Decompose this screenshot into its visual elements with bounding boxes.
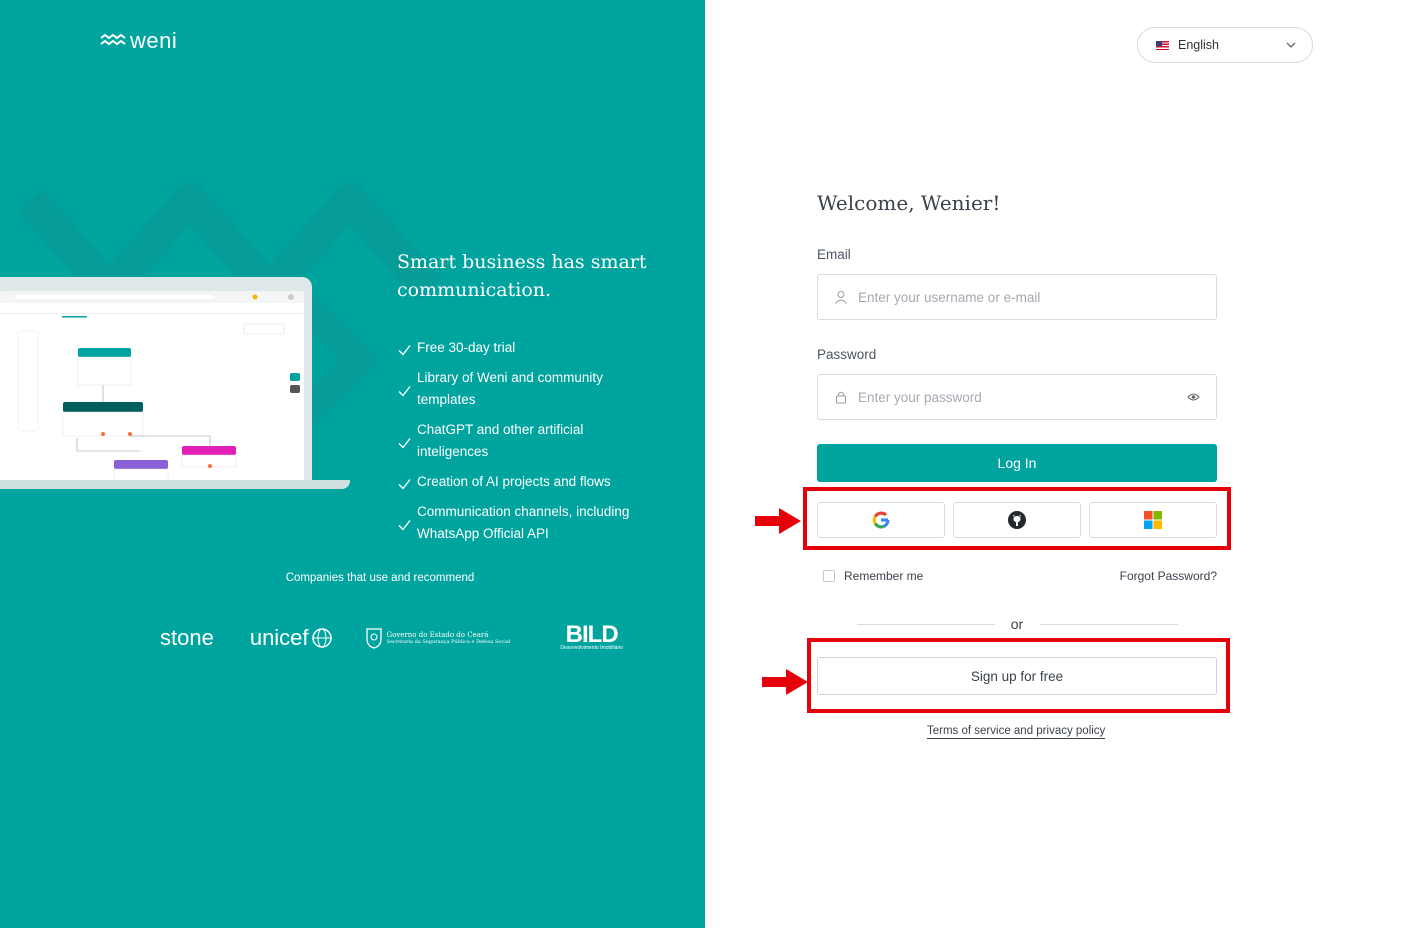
- feature-text: Communication channels, including WhatsA…: [417, 504, 630, 541]
- signup-button[interactable]: Sign up for free: [817, 657, 1217, 695]
- logo-text: weni: [130, 28, 178, 53]
- chevron-down-icon: [1286, 42, 1296, 48]
- remember-me-checkbox[interactable]: [823, 570, 835, 582]
- password-label: Password: [817, 347, 877, 362]
- password-input[interactable]: [858, 389, 1216, 405]
- stone-logo-text: stone: [160, 625, 214, 650]
- check-icon: [398, 345, 411, 356]
- tagline: Smart business has smart communication.: [397, 251, 647, 301]
- feature-text: Creation of AI projects and flows: [417, 474, 611, 489]
- microsoft-login-button[interactable]: [1089, 502, 1217, 538]
- or-divider-text: or: [1010, 616, 1024, 632]
- stone-logo: stone: [160, 625, 214, 651]
- governo-ceara-logo: Governo do Estado do Ceará Secretaria da…: [365, 627, 511, 649]
- divider-left: [857, 624, 995, 625]
- feature-text: Free 30-day trial: [417, 340, 516, 355]
- flow-editor-screenshot: [0, 291, 304, 482]
- bild-logo: BILD Desenvolvimento Imobiliário: [560, 623, 623, 652]
- remember-me-label: Remember me: [844, 569, 924, 583]
- promo-panel: weni Smart business has smart communicat…: [0, 0, 705, 928]
- language-selector[interactable]: English: [1137, 27, 1313, 63]
- laptop-illustration: [0, 277, 352, 502]
- check-icon: [398, 386, 411, 397]
- microsoft-icon: [1144, 511, 1162, 529]
- partner-logos: stone unicef Governo do Estado do Ceará …: [160, 623, 623, 652]
- check-icon: [398, 438, 411, 449]
- lock-icon: [835, 391, 847, 404]
- feature-item: Library of Weni and community templates: [398, 367, 648, 411]
- welcome-heading: Welcome, Wenier!: [817, 191, 1001, 215]
- feature-item: Free 30-day trial: [398, 337, 648, 359]
- divider-right: [1040, 624, 1178, 625]
- feature-list: Free 30-day trial Library of Weni and co…: [398, 337, 648, 553]
- remember-me[interactable]: Remember me: [823, 569, 923, 583]
- google-login-button[interactable]: [817, 502, 945, 538]
- terms-link[interactable]: Terms of service and privacy policy: [927, 724, 1106, 739]
- email-field[interactable]: [817, 274, 1217, 320]
- check-icon: [398, 479, 411, 490]
- email-label: Email: [817, 247, 851, 262]
- red-arrow-icon: [762, 669, 808, 695]
- eye-icon[interactable]: [1187, 391, 1200, 403]
- waves-icon: [100, 34, 126, 46]
- github-login-button[interactable]: [953, 502, 1081, 538]
- bild-logo-subtext: Desenvolvimento Imobiliário: [560, 645, 623, 651]
- login-panel: English Welcome, Wenier! Email Password …: [705, 0, 1409, 928]
- us-flag-icon: [1156, 40, 1169, 50]
- laptop-screen: [0, 277, 312, 483]
- feature-text: Library of Weni and community templates: [417, 370, 603, 407]
- feature-text: ChatGPT and other artificial inteligence…: [417, 422, 584, 459]
- globe-icon: [311, 628, 332, 648]
- gov-logo-subtext: Secretaria da Segurança Pública e Defesa…: [386, 639, 511, 645]
- language-selected: English: [1178, 38, 1219, 52]
- feature-item: Creation of AI projects and flows: [398, 471, 648, 493]
- forgot-password-link[interactable]: Forgot Password?: [1120, 569, 1217, 583]
- unicef-logo-text: unicef: [249, 625, 309, 650]
- feature-item: ChatGPT and other artificial inteligence…: [398, 419, 648, 463]
- check-icon: [398, 520, 411, 531]
- google-icon: [872, 511, 890, 529]
- user-icon: [835, 290, 847, 304]
- companies-title: Companies that use and recommend: [285, 572, 475, 584]
- laptop-base: [0, 480, 350, 489]
- login-button[interactable]: Log In: [817, 444, 1217, 482]
- gov-logo-text: Governo do Estado do Ceará: [386, 631, 489, 639]
- feature-item: Communication channels, including WhatsA…: [398, 501, 648, 545]
- email-input[interactable]: [858, 289, 1216, 305]
- weni-logo: weni: [100, 28, 177, 54]
- bild-logo-text: BILD: [565, 621, 619, 648]
- red-arrow-icon: [755, 508, 801, 534]
- coat-of-arms-icon: [365, 628, 382, 649]
- unicef-logo: unicef: [250, 625, 333, 651]
- github-icon: [1008, 511, 1026, 529]
- password-field[interactable]: [817, 374, 1217, 420]
